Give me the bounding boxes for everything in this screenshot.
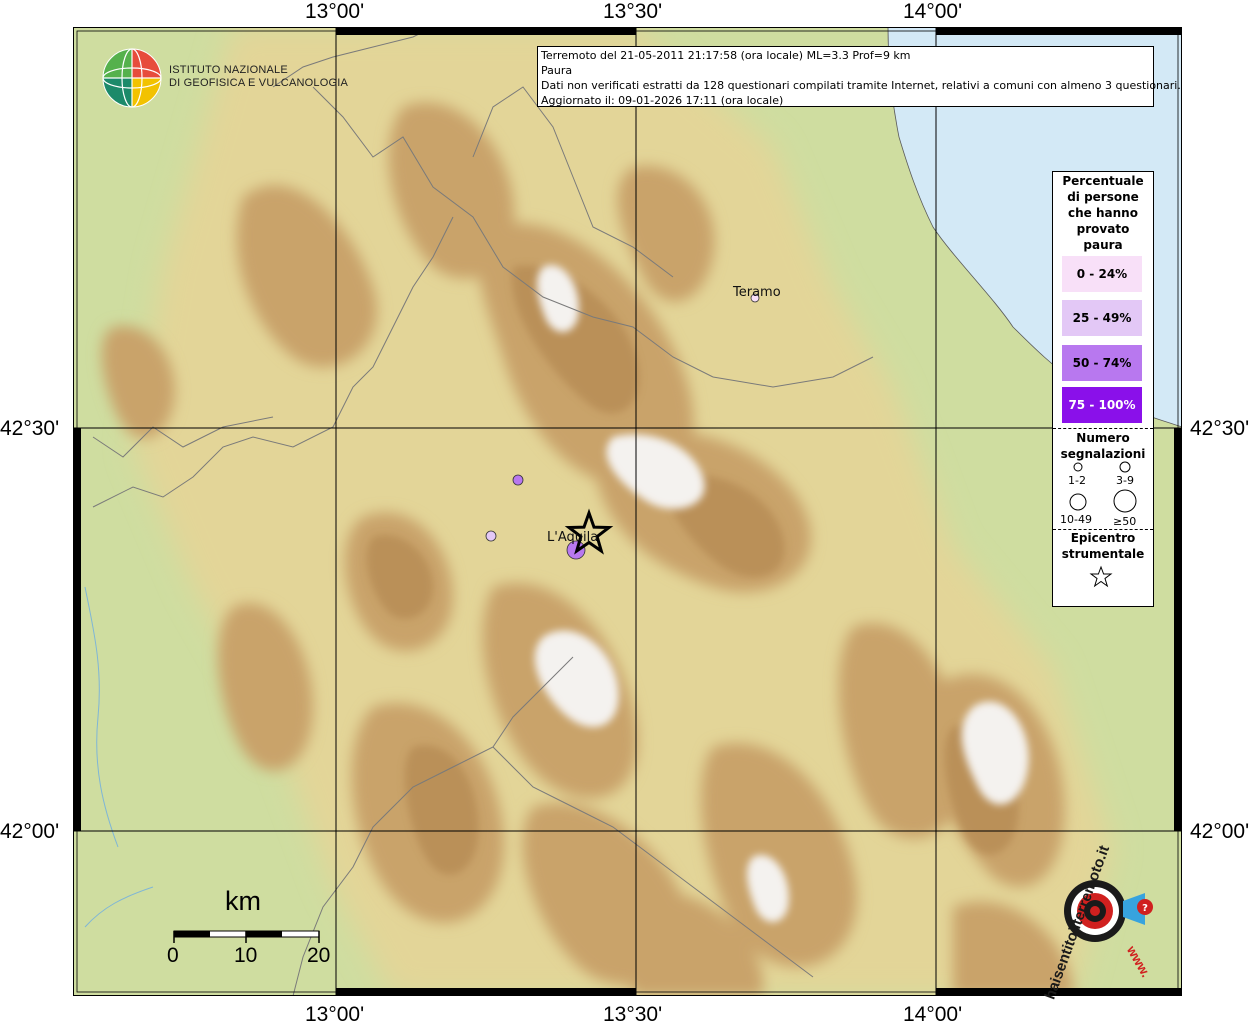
- ingv-logo-text: ISTITUTO NAZIONALE DI GEOFISICA E VULCAN…: [169, 64, 348, 90]
- data-disclaimer: Dati non verificati estratti da 128 ques…: [541, 79, 1181, 92]
- map-frame[interactable]: ?: [73, 27, 1182, 996]
- legend-title-line: di persone: [1067, 190, 1139, 204]
- left-tick-42-00: 42°00': [0, 820, 60, 843]
- size-symbol-medium: [1119, 461, 1131, 473]
- size-label-10-49: 10-49: [1060, 513, 1092, 526]
- scale-label-0: 0: [167, 944, 179, 967]
- legend-epicenter-line: strumentale: [1061, 547, 1145, 561]
- right-tick-42-30: 42°30': [1190, 417, 1250, 440]
- left-tick-42-30: 42°30': [0, 417, 60, 440]
- size-label-1-2: 1-2: [1068, 474, 1086, 487]
- legend-class-label: 75 - 100%: [1068, 398, 1136, 412]
- legend-class-0-24: 0 - 24%: [1062, 256, 1142, 292]
- size-symbol-small: [1073, 462, 1083, 472]
- legend-class-label: 25 - 49%: [1072, 311, 1132, 325]
- legend-epicenter-title: Epicentro strumentale: [1053, 530, 1153, 562]
- haisentito-brand-text: haisentitoilterremoto.it: [1041, 843, 1114, 1002]
- bottom-tick-13-00: 13°00': [305, 1003, 365, 1026]
- ingv-logo-line2: DI GEOFISICA E VULCANOLOGIA: [169, 77, 348, 89]
- legend-title: Percentuale di persone che hanno provato…: [1053, 173, 1153, 253]
- haisentito-url-text: www.: [1123, 943, 1154, 980]
- legend-title-line: Percentuale: [1062, 174, 1144, 188]
- scale-label-20: 20: [307, 944, 331, 967]
- event-info-box: Terremoto del 21-05-2011 21:17:58 (ora l…: [537, 46, 1181, 107]
- scale-label-10: 10: [234, 944, 258, 967]
- event-summary: Terremoto del 21-05-2011 21:17:58 (ora l…: [541, 49, 911, 62]
- city-label-teramo: Teramo: [733, 285, 781, 300]
- top-tick-14-00: 14°00': [903, 0, 963, 23]
- top-tick-13-00: 13°00': [305, 0, 365, 23]
- scale-unit-label: km: [225, 886, 261, 916]
- legend-title-line: paura: [1083, 238, 1123, 252]
- legend-count-title-line: Numero: [1076, 431, 1130, 445]
- haisentito-logo-text: haisentitoilterremoto.it www.: [1030, 843, 1170, 1002]
- legend-class-label: 50 - 74%: [1072, 356, 1132, 370]
- top-tick-13-30: 13°30': [603, 0, 663, 23]
- legend-divider: [1053, 428, 1153, 429]
- legend-title-line: che hanno: [1068, 206, 1138, 220]
- size-symbol-large: [1069, 493, 1087, 511]
- legend-class-25-49: 25 - 49%: [1062, 300, 1142, 336]
- ingv-logo-line1: ISTITUTO NAZIONALE: [169, 64, 288, 76]
- size-label-3-9: 3-9: [1116, 474, 1134, 487]
- size-symbol-xlarge: [1113, 489, 1137, 513]
- legend-title-line: provato: [1076, 222, 1130, 236]
- legend-class-50-74: 50 - 74%: [1062, 345, 1142, 381]
- legend-class-75-100: 75 - 100%: [1062, 387, 1142, 423]
- legend-epicenter-line: Epicentro: [1070, 531, 1136, 545]
- legend-class-label: 0 - 24%: [1076, 267, 1128, 281]
- relief-map[interactable]: ?: [73, 27, 1182, 996]
- size-label-50-plus: ≥50: [1113, 515, 1137, 528]
- city-label-laquila: L'Aquila: [547, 530, 599, 545]
- epicenter-star-legend-icon: [1089, 565, 1113, 588]
- legend-panel: Percentuale di persone che hanno provato…: [1052, 171, 1154, 607]
- map-parameter: Paura: [541, 64, 573, 77]
- right-tick-42-00: 42°00': [1190, 820, 1250, 843]
- bottom-tick-13-30: 13°30': [603, 1003, 663, 1026]
- ingv-logo-globe-icon: [102, 48, 162, 108]
- bottom-tick-14-00: 14°00': [903, 1003, 963, 1026]
- updated-timestamp: Aggiornato il: 09-01-2026 17:11 (ora loc…: [541, 94, 784, 107]
